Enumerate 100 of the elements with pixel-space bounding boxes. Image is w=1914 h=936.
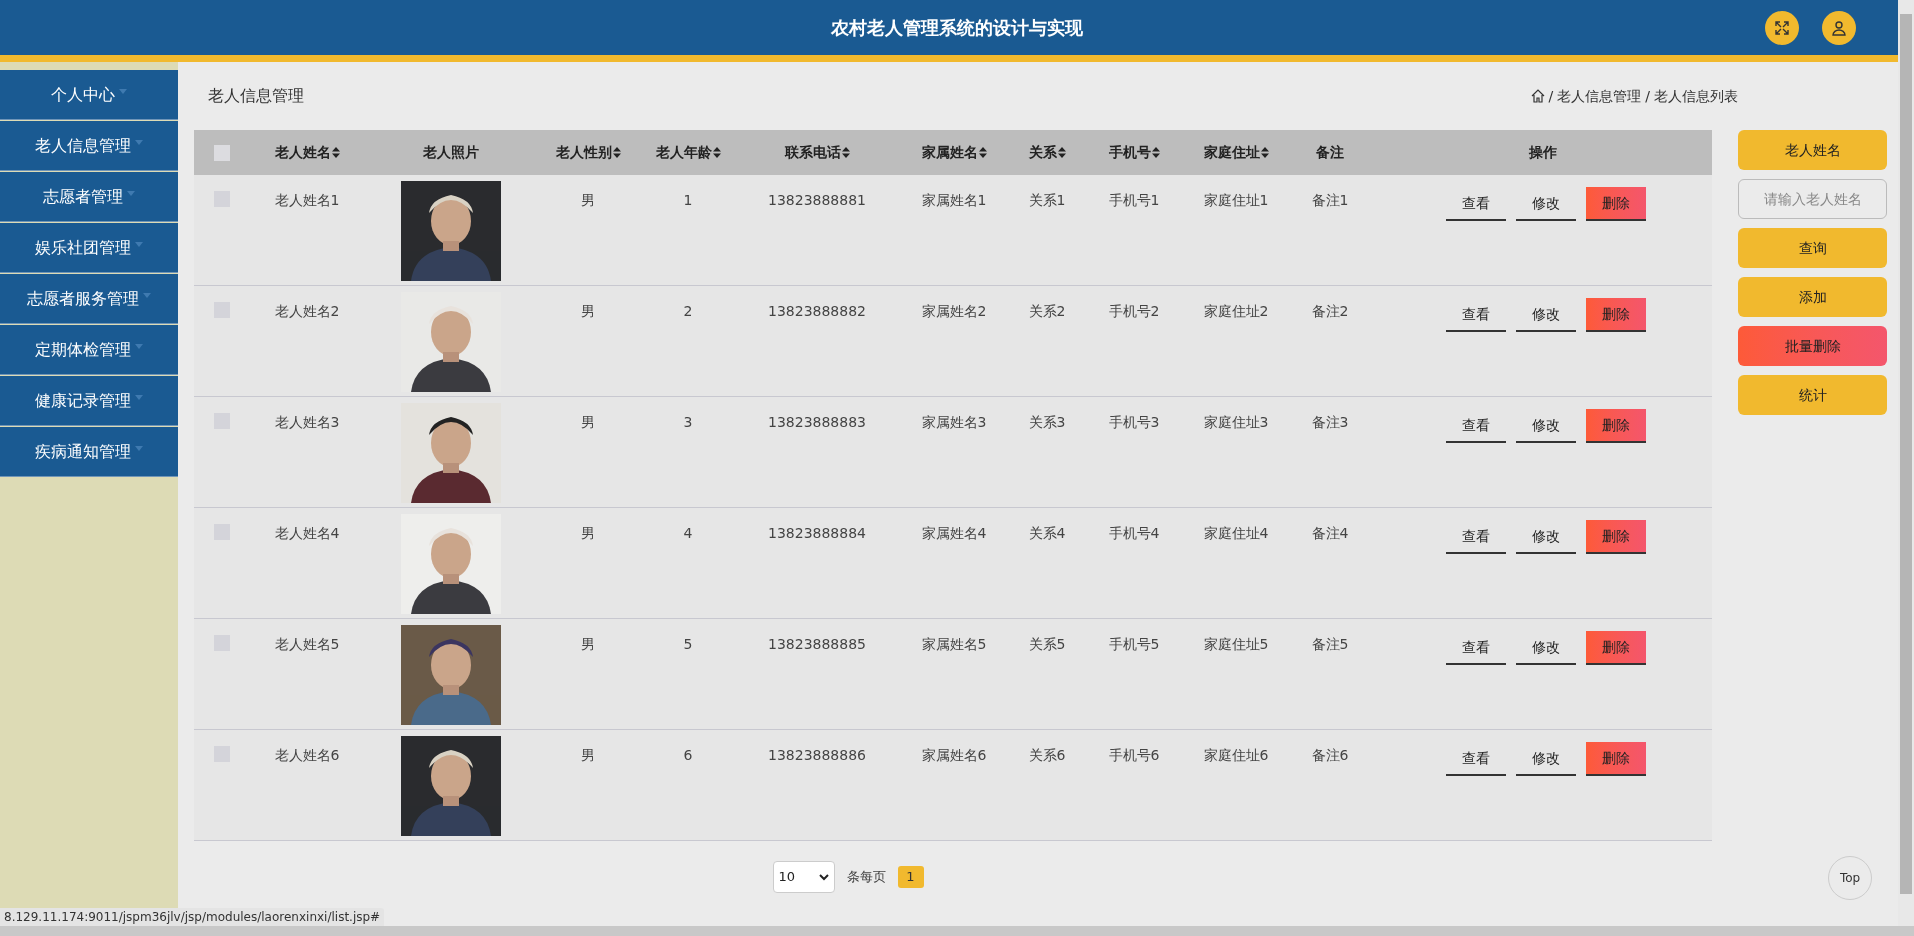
- table-cell: 备注5: [1311, 635, 1349, 653]
- sidebar-item[interactable]: 疾病通知管理: [0, 427, 178, 477]
- chevron-icon: [818, 873, 829, 881]
- sort-icon: [978, 147, 987, 158]
- breadcrumb-link[interactable]: 老人信息列表: [1654, 85, 1738, 107]
- sidebar-item[interactable]: 健康记录管理: [0, 376, 178, 426]
- page-button[interactable]: 1: [897, 866, 924, 888]
- sidebar-item[interactable]: 定期体检管理: [0, 325, 178, 375]
- delete-button[interactable]: 删除: [1586, 520, 1646, 554]
- table-cell: 13823888885: [768, 635, 866, 653]
- page-title: 老人信息管理: [208, 85, 304, 107]
- table-cell: 老人姓名6: [274, 746, 340, 764]
- sidebar-item[interactable]: 志愿者服务管理: [0, 274, 178, 324]
- delete-button[interactable]: 删除: [1586, 187, 1646, 221]
- action-button[interactable]: 查看: [1446, 409, 1506, 443]
- home-icon[interactable]: [1530, 89, 1545, 103]
- table-cell: 家属姓名3: [921, 413, 987, 431]
- table-cell: 6: [683, 746, 693, 764]
- column-header[interactable]: 家属姓名: [921, 142, 987, 163]
- panel-button[interactable]: 添加: [1738, 277, 1887, 317]
- panel-button[interactable]: 统计: [1738, 375, 1887, 415]
- sidebar-item[interactable]: 个人中心: [0, 70, 178, 120]
- panel-button[interactable]: 查询: [1738, 228, 1887, 268]
- table-cell: 关系1: [1028, 191, 1066, 209]
- action-button[interactable]: 修改: [1516, 520, 1576, 554]
- action-button[interactable]: 修改: [1516, 742, 1576, 776]
- table-cell: 关系4: [1028, 524, 1066, 542]
- caret-icon: [135, 395, 143, 400]
- column-header[interactable]: 老人性别: [555, 142, 621, 163]
- action-button[interactable]: 修改: [1516, 298, 1576, 332]
- column-header[interactable]: 老人姓名: [274, 142, 340, 163]
- delete-button[interactable]: 删除: [1586, 298, 1646, 332]
- select-all-checkbox[interactable]: [214, 144, 230, 161]
- action-button[interactable]: 查看: [1446, 187, 1506, 221]
- table-cell: 家庭住址3: [1203, 413, 1269, 431]
- table-cell: 5: [683, 635, 693, 653]
- action-button[interactable]: 查看: [1446, 298, 1506, 332]
- table-cell: 老人姓名3: [274, 413, 340, 431]
- table-cell: 老人姓名4: [274, 524, 340, 542]
- table-cell: 男: [581, 524, 595, 542]
- table-cell: 家庭住址2: [1203, 302, 1269, 320]
- user-icon: [1831, 20, 1847, 36]
- caret-icon: [135, 344, 143, 349]
- table-cell: 13823888881: [768, 191, 866, 209]
- column-header[interactable]: 家庭住址: [1203, 142, 1269, 163]
- table-cell: 13823888886: [768, 746, 866, 764]
- table-cell: 老人姓名5: [274, 635, 340, 653]
- action-button[interactable]: 查看: [1446, 520, 1506, 554]
- table-cell: 手机号4: [1108, 524, 1160, 542]
- column-header[interactable]: 手机号: [1108, 142, 1160, 163]
- table-cell: 4: [683, 524, 693, 542]
- action-button[interactable]: 查看: [1446, 631, 1506, 665]
- table-cell: 关系6: [1028, 746, 1066, 764]
- sidebar-item[interactable]: 娱乐社团管理: [0, 223, 178, 273]
- action-button[interactable]: 修改: [1516, 631, 1576, 665]
- action-button[interactable]: 查看: [1446, 742, 1506, 776]
- column-header[interactable]: 联系电话: [784, 142, 850, 163]
- table-cell: 13823888883: [768, 413, 866, 431]
- table-cell: 关系5: [1028, 635, 1066, 653]
- action-button[interactable]: 修改: [1516, 187, 1576, 221]
- caret-icon: [135, 242, 143, 247]
- table-cell: 男: [581, 746, 595, 764]
- breadcrumb-separator: /: [1645, 86, 1650, 106]
- delete-button[interactable]: 删除: [1586, 631, 1646, 665]
- sort-icon: [1057, 147, 1066, 158]
- table-cell: 家庭住址4: [1203, 524, 1269, 542]
- table-cell: 13823888882: [768, 302, 866, 320]
- column-header[interactable]: 老人年龄: [655, 142, 721, 163]
- breadcrumb-link[interactable]: 老人信息管理: [1557, 85, 1642, 107]
- table-cell: 男: [581, 413, 595, 431]
- table-cell: 手机号5: [1108, 635, 1160, 653]
- status-url: 8.129.11.174:9011/jspm36jlv/jsp/modules/laorenxinxi/list.jsp#: [0, 908, 385, 926]
- fullscreen-icon: [1774, 20, 1790, 36]
- column-header: 老人照片: [423, 143, 479, 162]
- table-cell: 男: [581, 302, 595, 320]
- sidebar-item[interactable]: 志愿者管理: [0, 172, 178, 222]
- table-cell: 1: [683, 191, 693, 209]
- table-cell: 手机号1: [1108, 191, 1160, 209]
- page-size-select[interactable]: 10: [772, 861, 835, 893]
- delete-button[interactable]: 删除: [1586, 409, 1646, 443]
- per-page-label: 条每页: [846, 868, 886, 887]
- table-cell: 手机号2: [1108, 302, 1160, 320]
- column-header[interactable]: 关系: [1028, 142, 1066, 163]
- table-cell: 3: [683, 413, 693, 431]
- table-cell: 2: [683, 302, 693, 320]
- table-cell: 手机号3: [1108, 413, 1160, 431]
- sort-icon: [612, 147, 621, 158]
- sidebar-item[interactable]: 老人信息管理: [0, 121, 178, 171]
- action-button[interactable]: 修改: [1516, 409, 1576, 443]
- delete-button[interactable]: 删除: [1586, 742, 1646, 776]
- fullscreen-button[interactable]: [1765, 11, 1799, 45]
- table-cell: 家属姓名5: [921, 635, 987, 653]
- table-cell: 关系2: [1028, 302, 1066, 320]
- panel-button[interactable]: 批量删除: [1738, 326, 1887, 366]
- table-cell: 备注2: [1311, 302, 1349, 320]
- table-cell: 家属姓名1: [921, 191, 987, 209]
- horizontal-scrollbar[interactable]: [0, 926, 1914, 936]
- search-field[interactable]: 请输入老人姓名: [1738, 179, 1887, 219]
- user-button[interactable]: [1822, 11, 1856, 45]
- table-cell: 13823888884: [768, 524, 866, 542]
